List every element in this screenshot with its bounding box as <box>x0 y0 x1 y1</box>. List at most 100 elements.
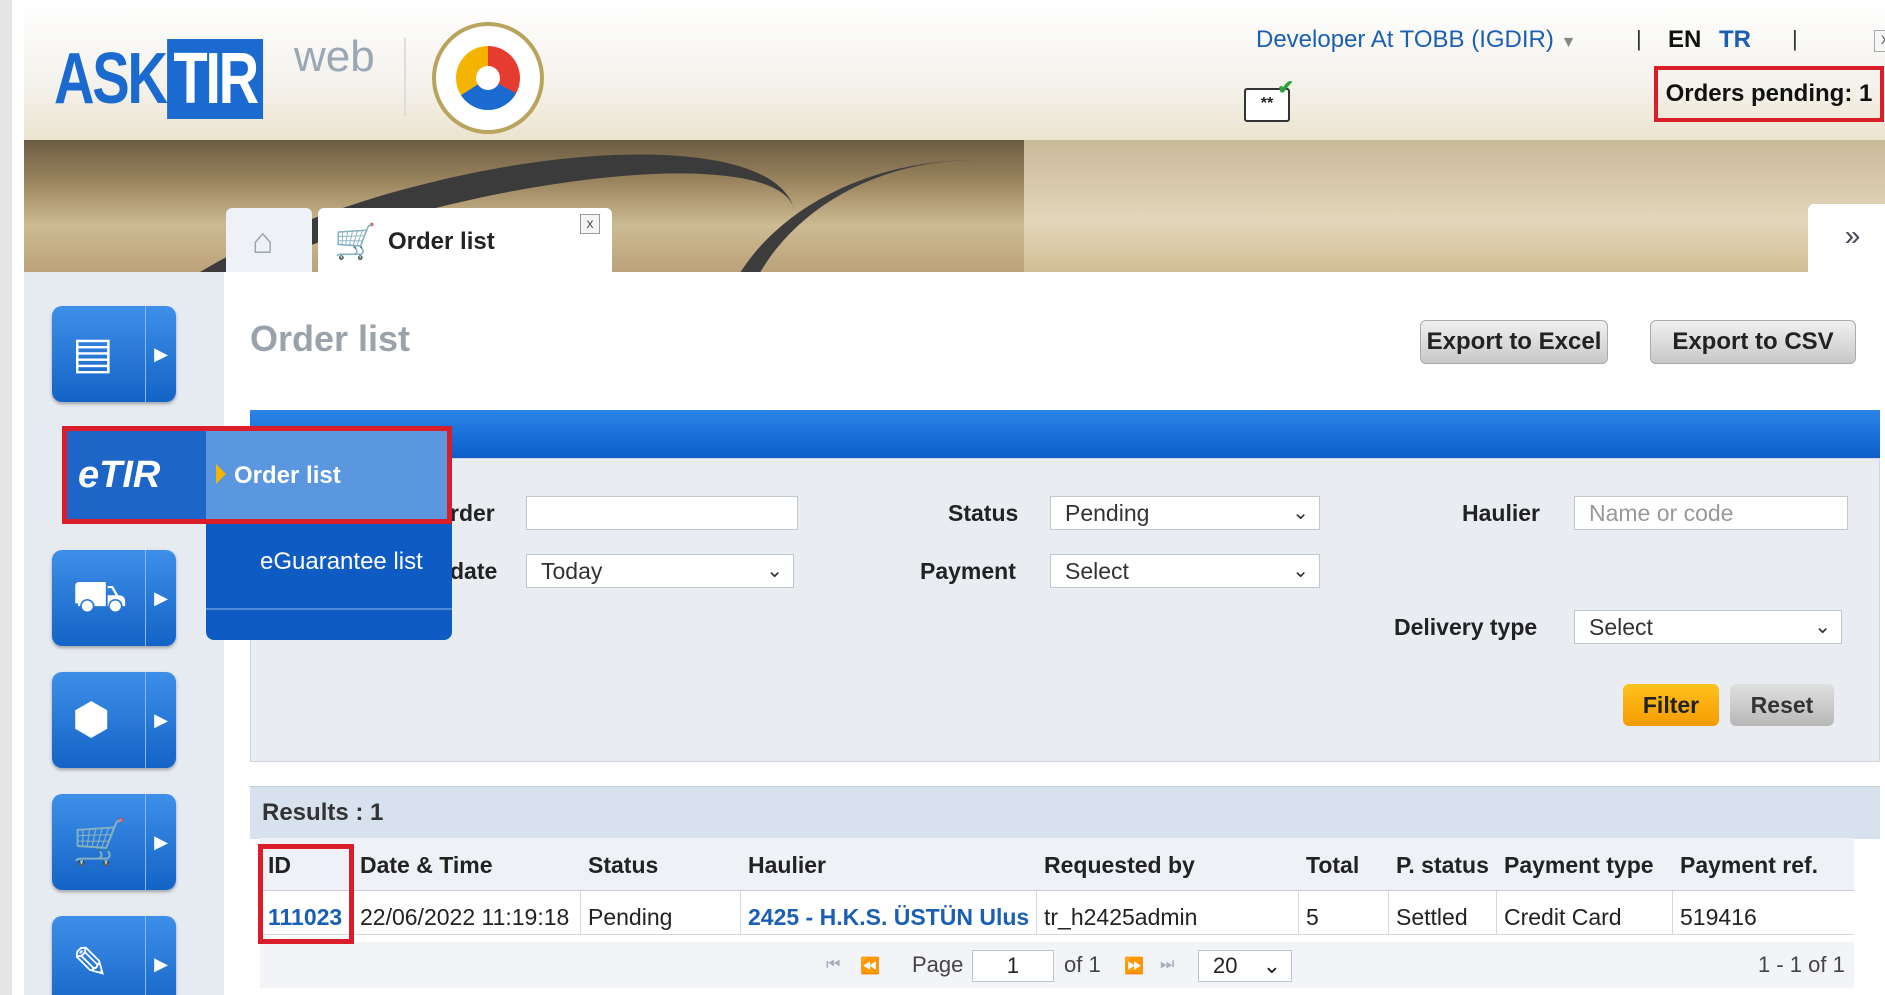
page-size-value: 20 <box>1213 953 1238 978</box>
export-csv-button[interactable]: Export to CSV <box>1650 320 1856 364</box>
col-header-date-time[interactable]: Date & Time <box>360 852 493 879</box>
status-select-value: Pending <box>1065 500 1150 526</box>
export-excel-button[interactable]: Export to Excel <box>1420 320 1608 364</box>
chevron-right-icon: ▶ <box>145 794 176 890</box>
table-header: ID Date & Time Status Haulier Requested … <box>260 838 1854 891</box>
header-separator: | <box>1636 26 1642 51</box>
expand-icon[interactable]: » <box>1808 204 1885 272</box>
askTIR-logo[interactable]: ASK TIR <box>54 38 264 120</box>
date-select[interactable]: Today ⌄ <box>526 554 794 588</box>
status-select[interactable]: Pending ⌄ <box>1050 496 1320 530</box>
cell-payment-ref: 519416 <box>1680 904 1757 930</box>
cell-status: Pending <box>588 904 673 930</box>
chevron-down-icon: ⌄ <box>1292 502 1309 524</box>
haulier-input[interactable]: Name or code <box>1574 496 1848 530</box>
delivery-type-label: Delivery type <box>1394 614 1538 640</box>
col-header-requested-by[interactable]: Requested by <box>1044 852 1195 879</box>
first-page-icon[interactable]: ⏮ <box>826 956 840 974</box>
close-tab-icon[interactable]: x <box>580 214 600 234</box>
chevron-down-icon: ▼ <box>1560 34 1577 51</box>
chevron-down-icon: ⌄ <box>1262 953 1281 978</box>
date-label: date <box>450 558 498 584</box>
page-label: Page <box>912 952 964 977</box>
submenu-item-eguarantee-list[interactable]: eGuarantee list <box>260 548 423 576</box>
col-header-payment-type[interactable]: Payment type <box>1504 852 1654 879</box>
sidebar-item-stamp[interactable]: ✎ ▶ <box>52 916 176 995</box>
haulier-label: Haulier <box>1462 500 1540 526</box>
documents-icon: ▤ <box>72 329 114 378</box>
user-menu-label: Developer At TOBB (IGDIR) <box>1256 26 1554 53</box>
last-page-icon[interactable]: ⏭ <box>1160 956 1174 974</box>
box-icon: ⬢ <box>72 695 111 744</box>
header: ASK TIR web Developer At TOBB (IGDIR) ▼ |… <box>24 0 1885 140</box>
orders-pending-badge[interactable]: Orders pending: 1 <box>1654 66 1884 122</box>
col-header-payment-ref[interactable]: Payment ref. <box>1680 852 1818 879</box>
payment-label: Payment <box>920 558 1016 584</box>
reset-button[interactable]: Reset <box>1730 684 1834 726</box>
logo-ask-text: ASK <box>54 39 168 119</box>
app-frame: ASK TIR web Developer At TOBB (IGDIR) ▼ |… <box>0 0 1885 995</box>
pager-summary: 1 - 1 of 1 <box>1758 952 1845 977</box>
chevron-down-icon: ⌄ <box>766 560 783 582</box>
chevron-right-icon: ▶ <box>145 306 176 402</box>
payment-select[interactable]: Select ⌄ <box>1050 554 1320 588</box>
tab-home[interactable]: ⌂ <box>226 208 312 272</box>
logo-web-text: web <box>294 32 375 81</box>
column-divider <box>1672 890 1673 934</box>
sidebar-item-goods[interactable]: ⬢ ▶ <box>52 672 176 768</box>
tobb-seal-logo <box>432 22 544 134</box>
certificate-icon[interactable]: ** ✔ <box>1244 77 1294 122</box>
delivery-type-select[interactable]: Select ⌄ <box>1574 610 1842 644</box>
order-label: rder <box>450 500 495 526</box>
order-input[interactable] <box>526 496 798 530</box>
highlight-box <box>258 844 354 944</box>
header-separator: | <box>1792 26 1798 51</box>
home-icon: ⌂ <box>252 220 274 261</box>
cell-total: 5 <box>1306 904 1319 930</box>
column-divider <box>580 890 581 934</box>
chevron-down-icon: ⌄ <box>1292 560 1309 582</box>
sidebar-item-orders[interactable]: 🛒 ▶ <box>52 794 176 890</box>
chevron-right-icon: ▶ <box>145 672 176 768</box>
cell-requested-by: tr_h2425admin <box>1044 904 1198 930</box>
col-header-haulier[interactable]: Haulier <box>748 852 826 879</box>
certificate-text: ** <box>1260 95 1274 112</box>
lang-tr-link[interactable]: TR <box>1719 26 1751 54</box>
col-header-p-status[interactable]: P. status <box>1396 852 1489 879</box>
results-bar: Results : 1 <box>250 786 1880 839</box>
col-header-status[interactable]: Status <box>588 852 658 879</box>
lang-en-link[interactable]: EN <box>1668 26 1701 54</box>
next-page-icon[interactable]: ⏩ <box>1124 956 1144 976</box>
results-count: Results : 1 <box>262 799 384 826</box>
pager: ⏮ ⏪ Page 1 of 1 ⏩ ⏭ 20 ⌄ 1 - 1 of 1 <box>260 942 1854 988</box>
sidebar-item-transport[interactable]: ⛟ ▶ <box>52 550 176 646</box>
cart-icon: 🛒 <box>72 818 127 867</box>
logo-tir-text: TIR <box>167 39 264 119</box>
tab-order-list[interactable]: 🛒 Order list x <box>318 208 612 272</box>
column-divider <box>1036 890 1037 934</box>
col-header-total[interactable]: Total <box>1306 852 1359 879</box>
user-menu[interactable]: Developer At TOBB (IGDIR) ▼ <box>1256 26 1576 54</box>
page-number-input[interactable]: 1 <box>972 950 1054 982</box>
haulier-link[interactable]: 2425 - H.K.S. ÜSTÜN Ulus <box>748 904 1032 931</box>
truck-icon: ⛟ <box>72 572 128 621</box>
cell-p-status: Settled <box>1396 904 1468 930</box>
page-total: of 1 <box>1064 952 1101 977</box>
prev-page-icon[interactable]: ⏪ <box>860 956 880 976</box>
close-icon[interactable]: x <box>1874 30 1885 52</box>
filter-button[interactable]: Filter <box>1623 684 1719 726</box>
filter-panel-header <box>250 410 1880 458</box>
column-divider <box>740 890 741 934</box>
chevron-down-icon: ⌄ <box>1814 616 1831 638</box>
chevron-right-icon: ▶ <box>145 550 176 646</box>
page-size-select[interactable]: 20 ⌄ <box>1198 950 1292 982</box>
sidebar-item-documents[interactable]: ▤ ▶ <box>52 306 176 402</box>
submenu-divider <box>206 608 452 610</box>
cart-icon: 🛒 <box>334 223 377 261</box>
payment-select-value: Select <box>1065 558 1129 584</box>
column-divider <box>1298 890 1299 934</box>
chevron-right-icon: ▶ <box>145 916 176 995</box>
check-icon: ✔ <box>1277 77 1294 99</box>
column-divider <box>1496 890 1497 934</box>
delivery-type-select-value: Select <box>1589 614 1653 640</box>
